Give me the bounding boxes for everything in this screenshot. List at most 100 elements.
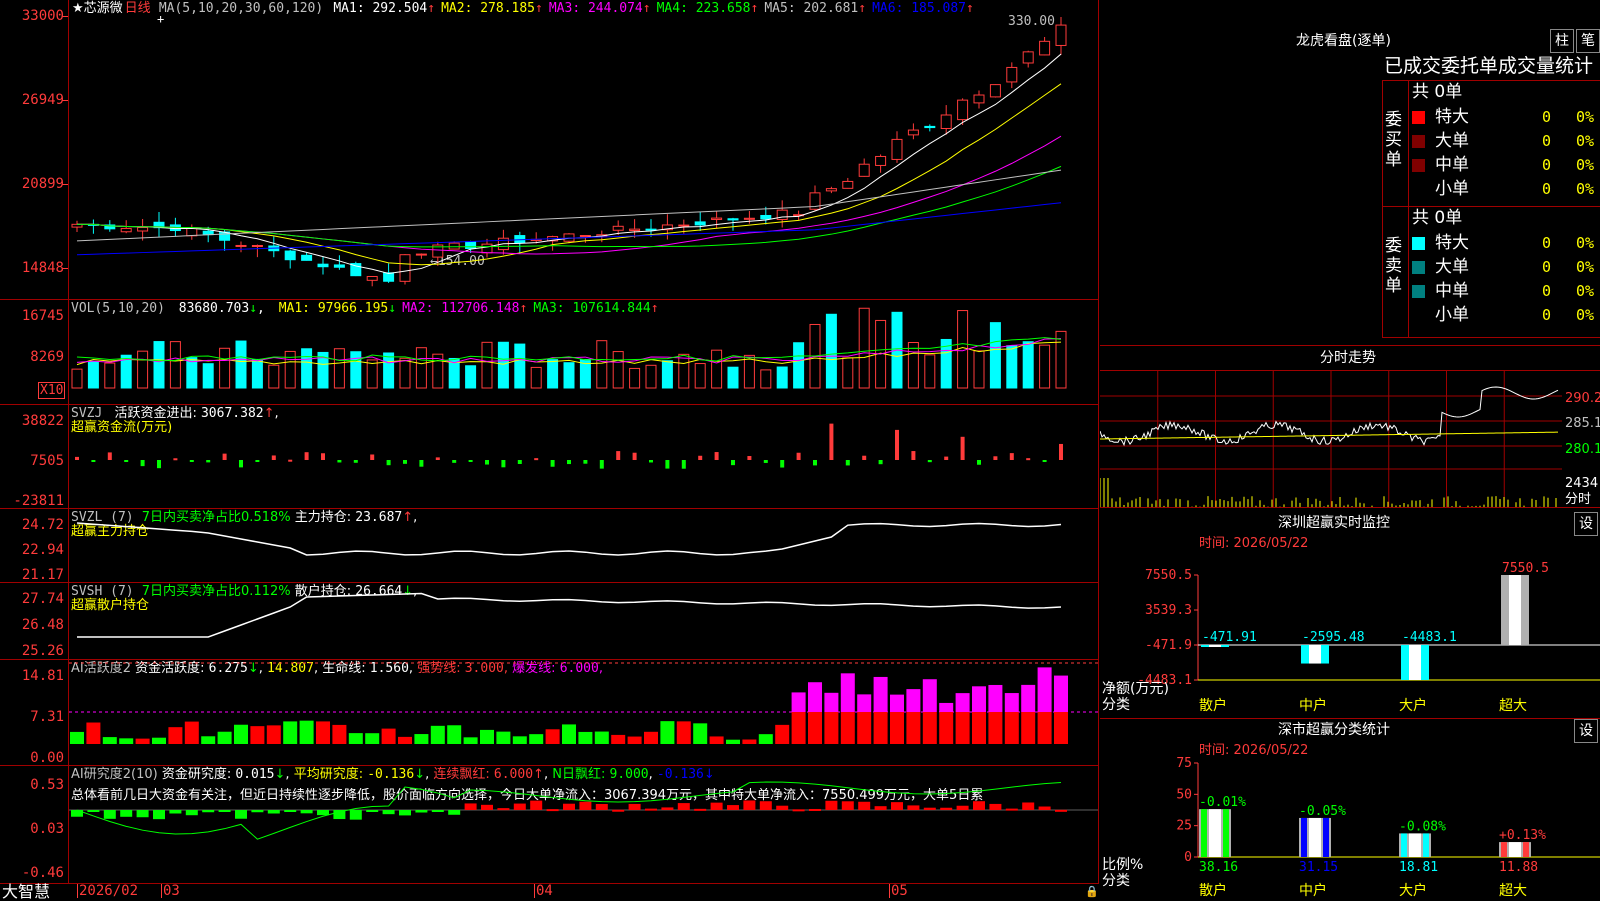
research-bar <box>694 808 707 811</box>
activity-bar-burst <box>808 682 822 712</box>
tick-view-button[interactable]: 笔 <box>1576 29 1600 53</box>
column-view-button[interactable]: 柱 <box>1550 29 1574 53</box>
category-label: 大户 <box>1399 882 1427 899</box>
ai-active-ytick: 14.81 <box>21 668 64 684</box>
research-bar <box>989 803 1002 810</box>
volume-bar <box>399 357 411 389</box>
vol-ytick: 16745 <box>21 308 64 324</box>
volume-bar <box>415 347 427 389</box>
activity-bar-burst <box>857 694 872 712</box>
volume-bar <box>661 360 673 389</box>
sell-total: 共 0单 <box>1412 208 1463 228</box>
volume-bar <box>842 357 854 389</box>
activity-bar-burst <box>906 689 921 712</box>
research-bar <box>940 807 953 810</box>
category-label: 散户 <box>1199 697 1227 714</box>
date-label: 04 <box>536 883 553 899</box>
activity-bar <box>742 739 757 744</box>
bar-value-label: -2595.48 <box>1302 630 1365 645</box>
settings-button[interactable]: 设 <box>1574 512 1598 536</box>
color-swatch <box>1412 135 1425 148</box>
lock-icon[interactable]: 🔒 <box>1085 884 1099 899</box>
bar-highlight <box>1509 575 1521 645</box>
vol-unit-badge: X10 <box>38 382 66 399</box>
activity-bar <box>611 734 626 744</box>
volume-bar <box>383 352 395 389</box>
svzj-chart[interactable] <box>69 405 1098 508</box>
candlestick-chart[interactable] <box>69 0 1098 299</box>
activity-bar <box>234 724 248 744</box>
activity-bar <box>988 712 1003 744</box>
candle <box>1055 24 1067 46</box>
activity-bar <box>414 734 429 744</box>
activity-bar-burst <box>824 692 839 712</box>
activity-bar-burst <box>791 692 806 712</box>
candle <box>399 254 411 282</box>
date-label: 05 <box>891 883 908 899</box>
research-bar <box>809 808 821 811</box>
flow-bar <box>501 460 506 468</box>
fenshi-price: 290.2 <box>1565 391 1600 406</box>
bar-highlight <box>1509 842 1521 857</box>
svsh-chart[interactable] <box>69 583 1098 659</box>
order-count: 0 <box>1542 258 1552 276</box>
volume-bar <box>1055 330 1067 389</box>
activity-bar <box>168 727 183 744</box>
flow-bar <box>681 460 686 469</box>
activity-bar-burst <box>922 679 937 712</box>
research-bar <box>759 801 772 810</box>
activity-bar-burst <box>939 702 954 712</box>
volume-chart[interactable] <box>69 300 1098 404</box>
flow-bar <box>977 460 981 465</box>
activity-bar <box>791 712 806 744</box>
candle <box>137 226 149 232</box>
sz-class-title: 深市超赢分类统计 <box>1278 722 1390 738</box>
bar-highlight <box>1209 645 1221 647</box>
order-type: 大单 <box>1435 257 1469 277</box>
volume-bar <box>776 366 788 389</box>
ai-active-chart[interactable] <box>69 660 1098 765</box>
research-bar <box>103 810 116 819</box>
svzl-chart[interactable] <box>69 509 1098 582</box>
volume-bar <box>645 364 657 389</box>
candle <box>842 180 854 189</box>
order-row: 特大 0 0% <box>1410 232 1600 254</box>
flow-bar <box>189 460 194 462</box>
flow-bar <box>452 460 457 463</box>
candle <box>317 263 329 268</box>
research-bar <box>120 810 133 817</box>
research-bar <box>874 806 887 810</box>
activity-bar <box>463 737 478 744</box>
svzl-ytick: 24.72 <box>21 517 64 533</box>
ai-research-chart[interactable] <box>69 766 1098 883</box>
ratio-bar-accent <box>1323 817 1329 857</box>
kline-ytick: 20899 <box>21 176 64 192</box>
ai-research-ytick: -0.46 <box>21 865 64 881</box>
net-flow-chart[interactable]: 7550.5 3539.3 -471.9 -4483.1 -471.91 散户 -2595.… <box>1100 560 1600 720</box>
vol-ytick: 8269 <box>30 349 64 365</box>
brand-label[interactable]: 大智慧 <box>2 883 50 900</box>
chart-area[interactable]: ★芯源微 日线 MA(5,10,20,30,60,120) MA1: 292.50… <box>0 0 1100 900</box>
research-bar <box>218 810 231 812</box>
flow-bar <box>911 451 916 460</box>
research-bar <box>530 800 543 810</box>
activity-bar-burst <box>1037 667 1052 712</box>
fenshi-title[interactable]: 分时走势 <box>1320 350 1376 366</box>
research-bar <box>612 809 625 812</box>
research-bar <box>497 808 510 811</box>
activity-bar <box>447 725 462 744</box>
activity-bar <box>873 712 888 744</box>
order-percent: 0% <box>1576 132 1595 150</box>
ratio-label: 比例% <box>1102 857 1144 873</box>
research-bar <box>349 810 362 820</box>
ratio-chart[interactable]: 75 50 25 0 -0.01% 38.16 散户 -0.05% 31.15 中户 -0.08% 1… <box>1100 755 1600 900</box>
activity-bar <box>1004 712 1019 744</box>
candle <box>694 221 706 226</box>
research-bar <box>464 803 477 810</box>
order-row: 中单 0 0% <box>1410 280 1600 302</box>
right-panel: 龙虎看盘(逐单) 柱 笔 已成交委托单成交量统计 委买单 委卖单 共 0单 共 … <box>1100 0 1600 900</box>
activity-bar <box>627 736 642 744</box>
intraday-chart[interactable] <box>1100 371 1562 508</box>
flow-bar <box>665 460 670 469</box>
settings-button[interactable]: 设 <box>1574 719 1598 743</box>
